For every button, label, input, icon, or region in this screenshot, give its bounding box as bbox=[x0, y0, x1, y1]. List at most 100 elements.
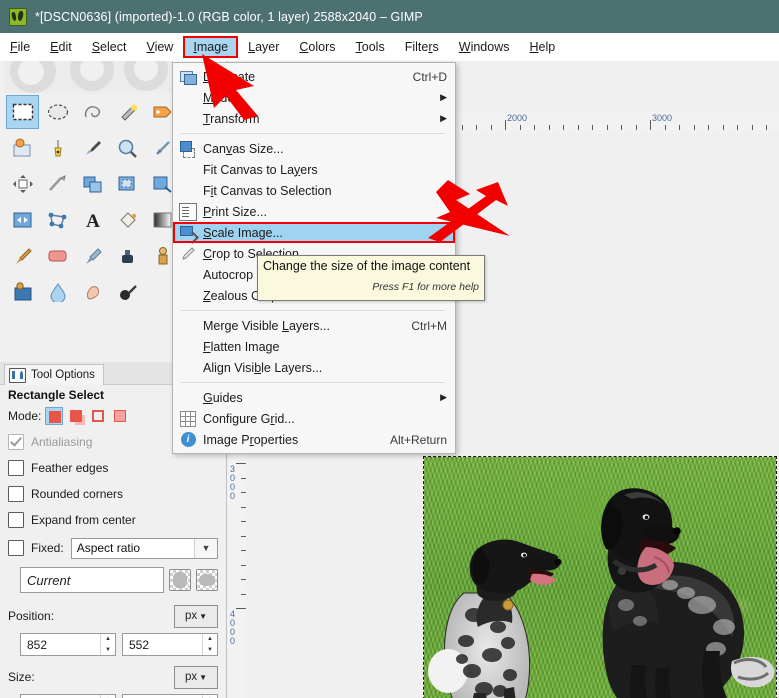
tool-scale-icon[interactable] bbox=[146, 167, 172, 201]
menu-file[interactable]: File bbox=[0, 36, 40, 58]
window-titlebar: *[DSCN0636] (imported)-1.0 (RGB color, 1… bbox=[0, 0, 779, 33]
position-y-stepper[interactable]: ▲ ▼ bbox=[202, 634, 217, 655]
tool-free-select-icon[interactable] bbox=[76, 95, 109, 129]
portrait-orientation-icon[interactable] bbox=[169, 569, 191, 591]
tool-fuzzy-select-icon[interactable] bbox=[111, 95, 144, 129]
rounded-corners-row[interactable]: Rounded corners bbox=[8, 484, 218, 504]
position-y-input[interactable]: 552 ▲ ▼ bbox=[122, 633, 218, 656]
dog-left bbox=[428, 539, 562, 698]
tool-measure-icon[interactable] bbox=[146, 131, 172, 165]
tool-move-icon[interactable] bbox=[6, 167, 39, 201]
menu-separator bbox=[181, 310, 445, 311]
tool-flip-icon[interactable] bbox=[6, 203, 39, 237]
tool-crop-icon[interactable] bbox=[76, 167, 109, 201]
position-unit-button[interactable]: px ▼ bbox=[174, 604, 218, 628]
chevron-right-icon: ▶ bbox=[440, 113, 447, 123]
landscape-orientation-icon[interactable] bbox=[196, 569, 218, 591]
tool-gradient-icon[interactable] bbox=[146, 203, 172, 237]
menu-item-transform[interactable]: Transform ▶ bbox=[173, 108, 455, 129]
feather-edges-row[interactable]: Feather edges bbox=[8, 458, 218, 478]
menu-layer[interactable]: Layer bbox=[238, 36, 289, 58]
position-label: Position: bbox=[8, 609, 55, 623]
menu-windows[interactable]: Windows bbox=[449, 36, 520, 58]
ruler-label: 3000 bbox=[229, 464, 235, 501]
menu-item-fit-canvas-to-layers[interactable]: Fit Canvas to Layers bbox=[173, 159, 455, 180]
tool-alignment-icon[interactable] bbox=[41, 167, 74, 201]
chevron-down-icon: ▼ bbox=[199, 672, 208, 682]
aspect-ratio-row[interactable]: Current bbox=[8, 566, 218, 594]
tool-rotate-icon[interactable] bbox=[111, 167, 144, 201]
expand-from-center-checkbox[interactable] bbox=[8, 512, 24, 528]
tool-airbrush-icon[interactable] bbox=[76, 239, 109, 273]
menu-item-duplicate[interactable]: Duplicate Ctrl+D bbox=[173, 66, 455, 87]
tool-blur-sharpen-icon[interactable] bbox=[41, 275, 74, 309]
tool-zoom-icon[interactable] bbox=[111, 131, 144, 165]
feather-edges-label: Feather edges bbox=[31, 461, 109, 475]
fixed-checkbox[interactable] bbox=[8, 540, 24, 556]
position-x-stepper[interactable]: ▲ ▼ bbox=[100, 634, 115, 655]
menubar[interactable]: File Edit Select View Image Layer Colors… bbox=[0, 33, 779, 62]
position-x-input[interactable]: 852 ▲ ▼ bbox=[20, 633, 116, 656]
fixed-mode-select[interactable]: Aspect ratio ▼ bbox=[70, 537, 218, 559]
menu-item-canvas-size[interactable]: Canvas Size... bbox=[173, 138, 455, 159]
size-height-input[interactable]: 2040 ▲▼ bbox=[122, 694, 218, 698]
size-fields-row[interactable]: 2588 ▲▼ 2040 ▲▼ bbox=[8, 693, 218, 698]
tool-bucket-fill-icon[interactable] bbox=[111, 203, 144, 237]
menu-item-guides[interactable]: Guides ▶ bbox=[173, 387, 455, 408]
tab-tool-options[interactable]: Tool Options bbox=[4, 364, 104, 385]
mode-add-icon[interactable] bbox=[67, 407, 85, 425]
tool-foreground-select-icon[interactable] bbox=[41, 131, 74, 165]
menu-tools[interactable]: Tools bbox=[346, 36, 395, 58]
tool-paintbrush-icon[interactable] bbox=[6, 239, 39, 273]
menu-item-print-size[interactable]: Print Size... bbox=[173, 201, 455, 222]
menu-item-scale-image[interactable]: Scale Image... bbox=[173, 222, 455, 243]
tool-text-icon[interactable]: A bbox=[76, 203, 109, 237]
size-unit-button[interactable]: px ▼ bbox=[174, 665, 218, 689]
tool-color-picker-icon[interactable] bbox=[76, 131, 109, 165]
menu-view[interactable]: View bbox=[136, 36, 183, 58]
menu-select[interactable]: Select bbox=[82, 36, 137, 58]
mode-intersect-icon[interactable] bbox=[111, 407, 129, 425]
menu-item-image-properties[interactable]: i Image Properties Alt+Return bbox=[173, 429, 455, 450]
menu-item-align-visible-layers[interactable]: Align Visible Layers... bbox=[173, 357, 455, 378]
tool-cage-transform-icon[interactable] bbox=[41, 203, 74, 237]
tool-smudge-icon[interactable] bbox=[76, 275, 109, 309]
tool-eraser-icon[interactable] bbox=[41, 239, 74, 273]
tool-grid[interactable]: A bbox=[4, 93, 172, 309]
fixed-row[interactable]: Fixed: Aspect ratio ▼ bbox=[8, 536, 218, 560]
menu-edit[interactable]: Edit bbox=[40, 36, 82, 58]
menu-item-mode[interactable]: Mode ▶ bbox=[173, 87, 455, 108]
rounded-corners-checkbox[interactable] bbox=[8, 486, 24, 502]
tool-ellipse-select-icon[interactable] bbox=[41, 95, 74, 129]
menu-item-flatten-image[interactable]: Flatten Image bbox=[173, 336, 455, 357]
menu-item-mode-label: Mode bbox=[203, 90, 235, 105]
tool-scissors-select-icon[interactable] bbox=[6, 131, 39, 165]
tool-clone-icon[interactable] bbox=[146, 239, 172, 273]
feather-edges-checkbox[interactable] bbox=[8, 460, 24, 476]
mode-subtract-icon[interactable] bbox=[89, 407, 107, 425]
tool-perspective-clone-icon[interactable] bbox=[6, 275, 39, 309]
menu-help[interactable]: Help bbox=[519, 36, 565, 58]
menu-item-fit-canvas-to-selection-label: Fit Canvas to Selection bbox=[203, 183, 332, 198]
image-canvas[interactable] bbox=[423, 456, 777, 698]
position-unit-value: px bbox=[184, 610, 198, 622]
size-width-input[interactable]: 2588 ▲▼ bbox=[20, 694, 116, 698]
mode-replace-icon[interactable] bbox=[45, 407, 64, 425]
antialiasing-checkbox[interactable] bbox=[8, 434, 24, 450]
tool-rectangle-select-icon[interactable] bbox=[6, 95, 39, 129]
size-label: Size: bbox=[8, 670, 35, 684]
tool-dodge-burn-icon[interactable] bbox=[111, 275, 144, 309]
menu-item-fit-canvas-to-selection[interactable]: Fit Canvas to Selection bbox=[173, 180, 455, 201]
expand-from-center-row[interactable]: Expand from center bbox=[8, 510, 218, 530]
menu-filters[interactable]: Filters bbox=[395, 36, 449, 58]
dog-right bbox=[601, 488, 775, 698]
menu-item-configure-grid[interactable]: Configure Grid... bbox=[173, 408, 455, 429]
menu-image[interactable]: Image bbox=[183, 36, 239, 58]
tool-select-by-color-icon[interactable] bbox=[146, 95, 172, 129]
scale-image-icon bbox=[173, 225, 203, 241]
menu-colors[interactable]: Colors bbox=[289, 36, 345, 58]
tool-ink-icon[interactable] bbox=[111, 239, 144, 273]
menu-item-merge-visible-layers[interactable]: Merge Visible Layers... Ctrl+M bbox=[173, 315, 455, 336]
aspect-ratio-input[interactable]: Current bbox=[20, 567, 164, 593]
position-fields-row[interactable]: 852 ▲ ▼ 552 ▲ ▼ bbox=[8, 632, 218, 657]
